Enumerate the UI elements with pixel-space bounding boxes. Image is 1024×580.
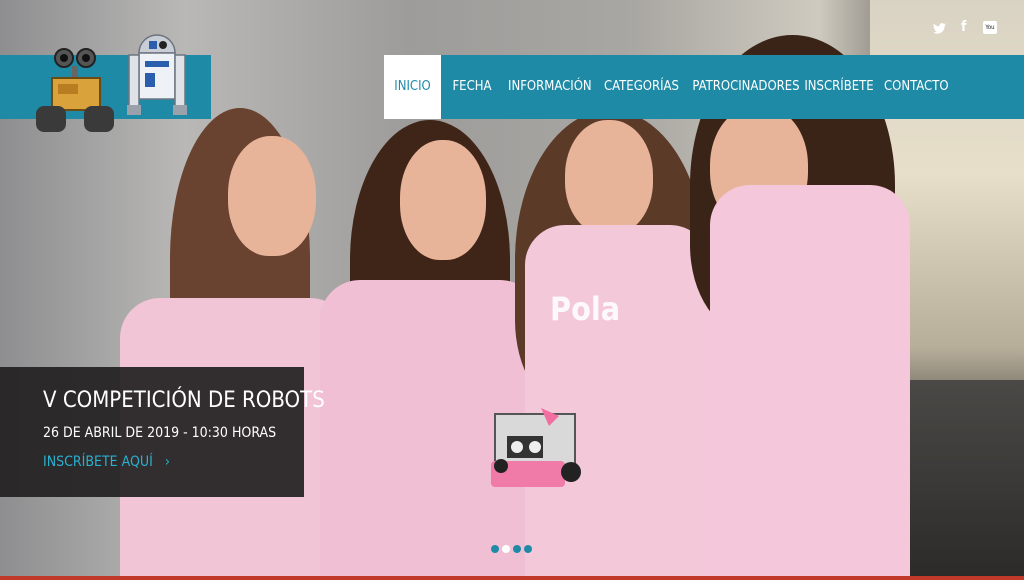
chevron-right-icon: ›: [164, 454, 170, 470]
register-link-label: INSCRÍBETE AQUÍ: [43, 454, 153, 470]
facebook-icon[interactable]: f: [961, 19, 966, 35]
hero-caption: V COMPETICIÓN DE ROBOTS 26 DE ABRIL DE 2…: [0, 367, 325, 497]
carousel-dot-2[interactable]: [502, 545, 510, 553]
event-date: 26 DE ABRIL DE 2019 - 10:30 HORAS: [43, 425, 277, 441]
nav-item-patrocinadores[interactable]: PATROCINADORES: [690, 55, 802, 119]
shirt-logo-text: Pola: [550, 290, 621, 328]
walle-robot-icon: [36, 48, 114, 132]
person-3: Pola: [515, 110, 715, 580]
r2d2-robot-icon: [127, 34, 187, 115]
nav-item-fecha[interactable]: FECHA: [447, 55, 497, 119]
register-link[interactable]: INSCRÍBETE AQUÍ ›: [43, 454, 170, 470]
carousel-dot-3[interactable]: [513, 545, 521, 553]
twitter-icon[interactable]: [933, 23, 946, 34]
carousel-dot-4[interactable]: [524, 545, 532, 553]
event-title: V COMPETICIÓN DE ROBOTS: [43, 388, 325, 413]
nav-item-inicio[interactable]: INICIO: [384, 55, 441, 119]
carousel-dot-1[interactable]: [491, 545, 499, 553]
nav-item-categorias[interactable]: CATEGORÍAS: [604, 55, 679, 119]
robot-kit-image: [491, 408, 581, 487]
nav-item-informacion[interactable]: INFORMACIÓN: [508, 55, 592, 119]
nav-item-inscribete[interactable]: INSCRÍBETE: [804, 55, 874, 119]
youtube-icon-label: You: [985, 24, 995, 31]
youtube-icon[interactable]: You: [983, 21, 997, 34]
nav-item-contacto[interactable]: CONTACTO: [884, 55, 949, 119]
bottom-border: [0, 576, 1024, 580]
main-nav: INICIO FECHA INFORMACIÓN CATEGORÍAS PATR…: [384, 55, 1024, 119]
